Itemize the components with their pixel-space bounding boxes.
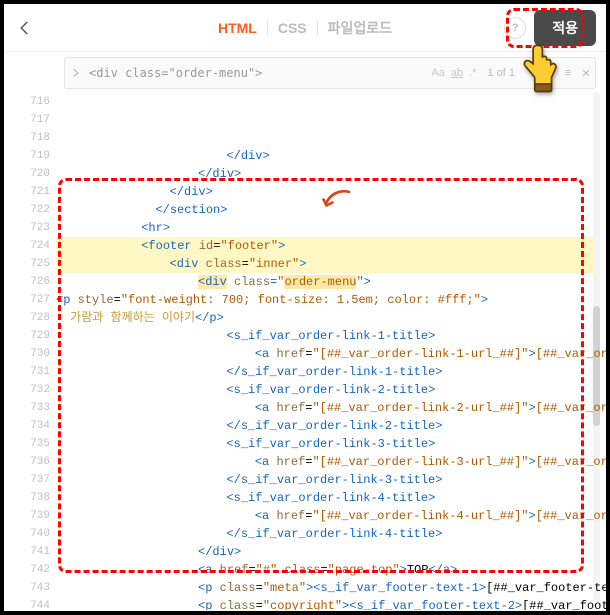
code-line[interactable]: <p class="copyright"><s_if_var_footer-te… (56, 597, 606, 610)
code-line[interactable]: <a href="[##_var_order-link-1-url_##]">[… (56, 345, 606, 363)
find-prev-icon[interactable]: ↑ (523, 67, 541, 79)
code-line[interactable]: <div class="inner"> (56, 255, 606, 273)
tab-upload[interactable]: 파일업로드 (324, 16, 396, 40)
close-icon[interactable]: ✕ (577, 67, 595, 80)
match-case-toggle[interactable]: Aa (431, 67, 444, 79)
code-line[interactable]: <div class="order-menu"> (56, 273, 606, 291)
code-line[interactable]: <p style="font-weight: 700; font-size: 1… (56, 291, 606, 309)
tabs: HTML CSS 파일업로드 (214, 16, 396, 40)
help-button[interactable]: ? (504, 17, 526, 39)
find-count: 1 of 1 (487, 67, 515, 79)
code-line[interactable]: <footer id="footer"> (56, 237, 606, 255)
back-icon[interactable] (14, 17, 36, 39)
find-menu-icon[interactable]: ≡ (559, 67, 577, 79)
find-input[interactable]: <div class="order-menu"> (87, 66, 428, 80)
apply-button[interactable]: 적용 (534, 10, 596, 46)
code-line[interactable]: <a href="#" class="page-top">TOP</a> (56, 561, 606, 579)
code-line[interactable]: <s_if_var_order-link-3-title> (56, 435, 606, 453)
code-line[interactable]: </s_if_var_order-link-2-title> (56, 417, 606, 435)
code-line[interactable]: </div> (56, 543, 606, 561)
code-line[interactable]: </div> (56, 147, 606, 165)
code-line[interactable]: <hr> (56, 219, 606, 237)
code-line[interactable]: </s_if_var_order-link-4-title> (56, 525, 606, 543)
regex-toggle[interactable]: .* (469, 67, 476, 79)
code-line[interactable]: 가람과 함께하는 이야기</p> (56, 309, 606, 327)
tab-html[interactable]: HTML (214, 18, 261, 38)
code-line[interactable]: <a href="[##_var_order-link-2-url_##]">[… (56, 399, 606, 417)
code-editor[interactable]: 7167177187197207217227237247257267277287… (4, 91, 606, 610)
line-gutter: 7167177187197207217227237247257267277287… (4, 91, 56, 610)
chevron-right-icon[interactable] (65, 58, 87, 88)
code-line[interactable]: </s_if_var_order-link-1-title> (56, 363, 606, 381)
divider (317, 21, 318, 35)
find-bar: <div class="order-menu"> Aa ab .* 1 of 1… (64, 57, 596, 89)
code-line[interactable]: </s_if_var_order-link-3-title> (56, 471, 606, 489)
code-line[interactable]: <a href="[##_var_order-link-3-url_##]">[… (56, 453, 606, 471)
code-line[interactable]: </section> (56, 201, 606, 219)
find-next-icon[interactable]: ↓ (541, 67, 559, 79)
code-area[interactable]: </div> </div> </div> </section> <hr> <fo… (56, 91, 606, 610)
code-line[interactable]: </div> (56, 183, 606, 201)
code-line[interactable]: </div> (56, 165, 606, 183)
divider (267, 21, 268, 35)
right-actions: ? 적용 (504, 10, 596, 46)
code-line[interactable]: <a href="[##_var_order-link-4-url_##]">[… (56, 507, 606, 525)
whole-word-toggle[interactable]: ab (451, 67, 463, 79)
code-line[interactable]: <s_if_var_order-link-4-title> (56, 489, 606, 507)
code-line[interactable]: <s_if_var_order-link-2-title> (56, 381, 606, 399)
code-line[interactable]: <s_if_var_order-link-1-title> (56, 327, 606, 345)
tab-css[interactable]: CSS (274, 18, 311, 38)
code-line[interactable]: <p class="meta"><s_if_var_footer-text-1>… (56, 579, 606, 597)
top-bar: HTML CSS 파일업로드 ? 적용 (4, 4, 606, 52)
find-bar-wrap: <div class="order-menu"> Aa ab .* 1 of 1… (4, 52, 606, 91)
